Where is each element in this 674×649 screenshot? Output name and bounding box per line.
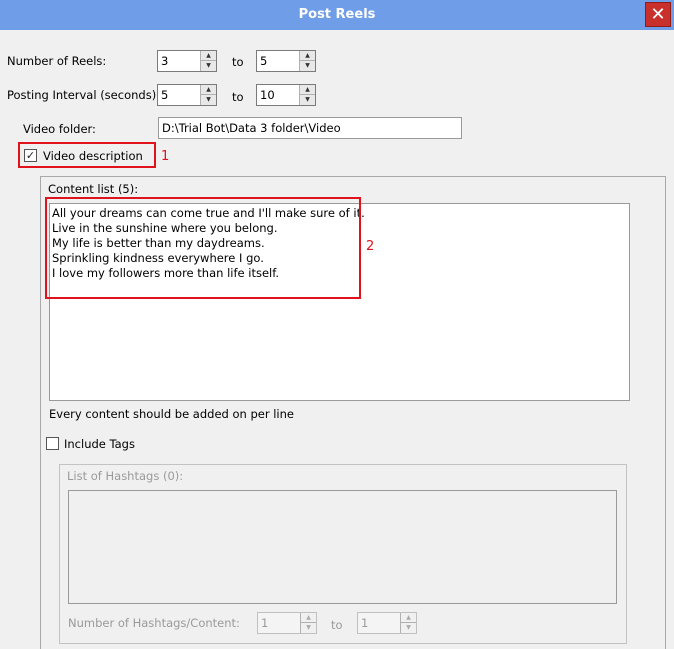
spin-down-icon[interactable]: ▼	[301, 623, 316, 633]
spin-up-icon[interactable]: ▲	[300, 51, 315, 61]
interval-from-stepper[interactable]: 5 ▲ ▼	[157, 84, 217, 106]
hashtags-to-value: 1	[361, 616, 369, 630]
spin-down-icon[interactable]: ▼	[201, 95, 216, 105]
close-button[interactable]: ✕	[645, 2, 671, 27]
window-title: Post Reels	[298, 7, 376, 22]
interval-to-spin-buttons[interactable]: ▲ ▼	[299, 85, 315, 105]
interval-label: Posting Interval (seconds):	[7, 88, 161, 102]
hashtags-from-value: 1	[261, 616, 269, 630]
content-group-label: Content list (5):	[48, 182, 139, 196]
reels-label: Number of Reels:	[7, 54, 107, 68]
spin-up-icon[interactable]: ▲	[201, 51, 216, 61]
reels-to-value: 5	[260, 54, 268, 68]
spin-down-icon[interactable]: ▼	[300, 61, 315, 71]
reels-from-stepper[interactable]: 3 ▲ ▼	[157, 50, 217, 72]
interval-to-value: 10	[260, 88, 275, 102]
hashtags-to-spin-buttons[interactable]: ▲ ▼	[400, 613, 416, 633]
video-folder-label: Video folder:	[23, 122, 96, 136]
spin-down-icon[interactable]: ▼	[201, 61, 216, 71]
hashtags-from-stepper[interactable]: 1 ▲ ▼	[257, 612, 317, 634]
hashtags-textarea[interactable]	[68, 490, 617, 604]
spin-up-icon[interactable]: ▲	[201, 85, 216, 95]
annotation-number-1: 1	[161, 149, 170, 164]
spin-down-icon[interactable]: ▼	[300, 95, 315, 105]
reels-from-value: 3	[161, 54, 169, 68]
reels-to-spin-buttons[interactable]: ▲ ▼	[299, 51, 315, 71]
annotation-box-2	[45, 197, 361, 299]
reels-to-label: to	[232, 55, 244, 69]
spin-up-icon[interactable]: ▲	[300, 85, 315, 95]
reels-from-spin-buttons[interactable]: ▲ ▼	[200, 51, 216, 71]
reels-to-stepper[interactable]: 5 ▲ ▼	[256, 50, 316, 72]
annotation-box-1	[18, 142, 156, 168]
spin-up-icon[interactable]: ▲	[301, 613, 316, 623]
interval-from-value: 5	[161, 88, 169, 102]
hashtags-group-label: List of Hashtags (0):	[67, 469, 184, 483]
content-hint: Every content should be added on per lin…	[49, 407, 294, 421]
spin-down-icon[interactable]: ▼	[401, 623, 416, 633]
annotation-number-2: 2	[366, 239, 375, 254]
include-tags-checkbox[interactable]	[46, 437, 59, 450]
hashtags-to-label: to	[331, 618, 343, 632]
close-icon: ✕	[650, 4, 666, 25]
hashtags-count-label: Number of Hashtags/Content:	[68, 616, 240, 630]
interval-from-spin-buttons[interactable]: ▲ ▼	[200, 85, 216, 105]
hashtags-from-spin-buttons[interactable]: ▲ ▼	[300, 613, 316, 633]
video-folder-value: D:\Trial Bot\Data 3 folder\Video	[162, 121, 341, 135]
hashtags-to-stepper[interactable]: 1 ▲ ▼	[357, 612, 417, 634]
video-folder-input[interactable]: D:\Trial Bot\Data 3 folder\Video	[158, 117, 462, 139]
interval-to-label: to	[232, 90, 244, 104]
interval-to-stepper[interactable]: 10 ▲ ▼	[256, 84, 316, 106]
spin-up-icon[interactable]: ▲	[401, 613, 416, 623]
include-tags-label[interactable]: Include Tags	[64, 437, 135, 451]
